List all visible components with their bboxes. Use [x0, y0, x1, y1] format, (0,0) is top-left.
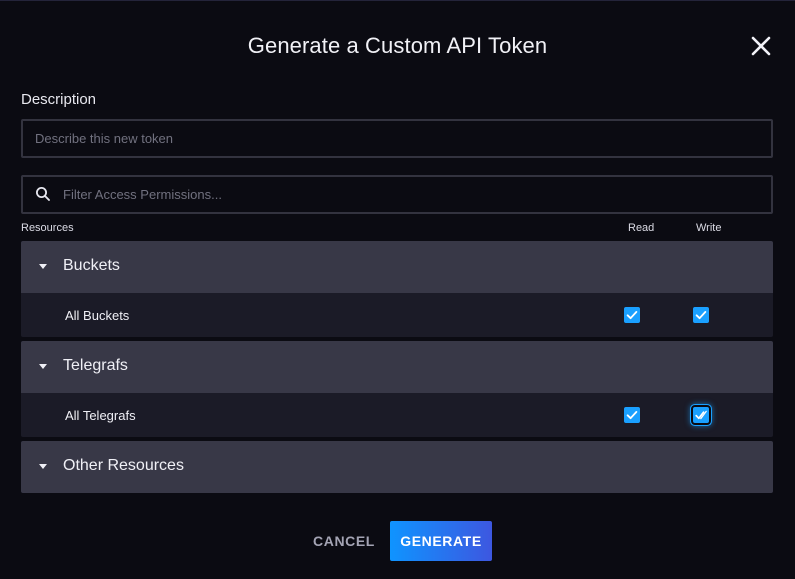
checkmark-icon [695, 410, 707, 420]
permission-row-all-telegrafs: All Telegrafs [21, 393, 773, 437]
description-input[interactable] [21, 119, 773, 158]
description-label: Description [21, 91, 97, 108]
column-header-write: Write [696, 222, 722, 234]
read-checkbox-all-telegrafs[interactable] [624, 407, 640, 423]
checkmark-icon [626, 411, 638, 420]
generate-token-dialog: Generate a Custom API Token Description … [0, 0, 795, 579]
permissions-column-headers: Resources Read Write [21, 222, 773, 236]
filter-permissions-input[interactable] [21, 175, 773, 214]
caret-down-icon [39, 364, 47, 369]
group-name: Other Resources [63, 457, 184, 474]
resource-name: All Telegrafs [65, 408, 136, 423]
generate-button[interactable]: GENERATE [390, 521, 492, 561]
write-checkbox-all-buckets[interactable] [693, 307, 709, 323]
group-header-telegrafs[interactable]: Telegrafs [21, 341, 773, 393]
write-checkbox-all-telegrafs[interactable] [693, 407, 709, 423]
search-icon [35, 186, 51, 202]
resource-name: All Buckets [65, 308, 130, 323]
permission-row-all-buckets: All Buckets [21, 293, 773, 337]
close-icon[interactable] [750, 35, 772, 57]
filter-field [21, 175, 773, 214]
checkmark-icon [626, 311, 638, 320]
caret-down-icon [39, 464, 47, 469]
checkmark-icon [695, 311, 707, 320]
group-name: Telegrafs [63, 357, 128, 374]
group-name: Buckets [63, 257, 120, 274]
caret-down-icon [39, 264, 47, 269]
group-header-buckets[interactable]: Buckets [21, 241, 773, 293]
column-header-resources: Resources [21, 222, 74, 234]
cancel-button[interactable]: CANCEL [302, 521, 386, 561]
dialog-title: Generate a Custom API Token [247, 33, 548, 58]
group-header-other-resources[interactable]: Other Resources [21, 441, 773, 493]
column-header-read: Read [628, 222, 655, 234]
read-checkbox-all-buckets[interactable] [624, 307, 640, 323]
